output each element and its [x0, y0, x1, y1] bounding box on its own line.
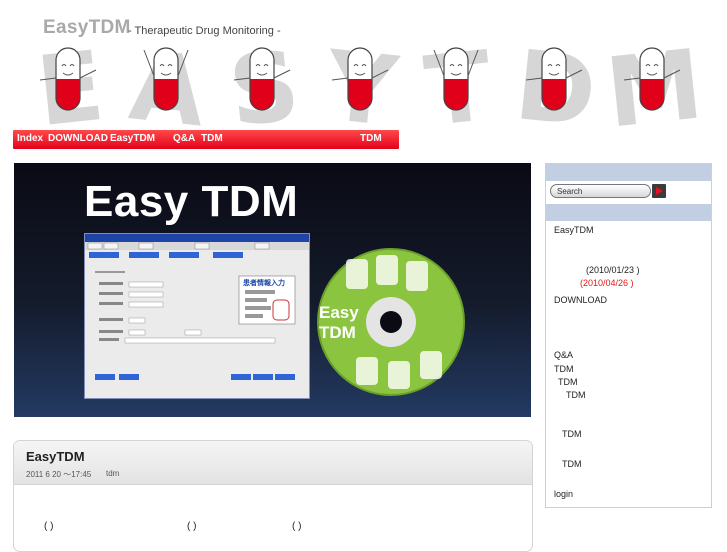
nav-item-tdm-2[interactable]: TDM: [360, 133, 382, 144]
sidebar-link-tdm-1[interactable]: TDM: [554, 364, 574, 374]
blog-post: EasyTDM 2011 6 20 ～17:45 tdm ( ) ( ) ( ): [13, 440, 533, 552]
sidebar-link-tdm-5[interactable]: TDM: [562, 459, 582, 469]
product-disc: Easy TDM: [316, 247, 466, 397]
disc-text-tdm: TDM: [319, 323, 356, 342]
mascot-pill-t: T: [408, 30, 508, 148]
main-nav: Index DOWNLOAD EasyTDM Q&A TDM TDM: [13, 130, 399, 149]
pill-character-icon: Y: [320, 30, 403, 149]
sidebar-link-tdm-2[interactable]: TDM: [558, 377, 578, 387]
mascot-pill-m: M: [601, 28, 708, 149]
sidebar-link-easytdm[interactable]: EasyTDM: [554, 225, 594, 235]
post-paren-3: ( ): [292, 521, 302, 532]
app-panel-heading: 患者情報入力: [243, 279, 285, 287]
sidebar-date-2: (2010/04/26 ): [580, 278, 634, 288]
app-screenshot-image: [85, 234, 309, 380]
nav-item-download[interactable]: DOWNLOAD: [48, 133, 108, 144]
hero-banner: Easy TDM 患者情報入力 Easy TDM: [14, 163, 531, 417]
sidebar-link-tdm-3[interactable]: TDM: [566, 390, 586, 400]
post-header: [14, 441, 532, 485]
site-header: EasyTDM - Therapeutic Drug Monitoring - …: [0, 0, 727, 150]
mascot-pill-s: S: [214, 30, 314, 149]
sidebar-link-tdm-4[interactable]: TDM: [562, 429, 582, 439]
mascot-pill-y: Y: [312, 30, 412, 149]
pill-character-icon: S: [224, 30, 304, 149]
post-paren-2: ( ): [187, 521, 197, 532]
play-arrow-icon: [656, 187, 663, 195]
mascot-pill-a: A: [118, 29, 218, 148]
hero-title: Easy TDM: [84, 177, 299, 226]
pill-character-icon: A: [125, 29, 211, 148]
sidebar-link-qa[interactable]: Q&A: [554, 350, 573, 360]
sidebar-date-1: (2010/01/23 ): [586, 265, 640, 275]
mascot-pill-e: E: [20, 30, 120, 148]
sidebar: Search EasyTDM (2010/01/23 ) (2010/04/26…: [545, 163, 712, 508]
sidebar-link-login[interactable]: login: [554, 489, 573, 499]
search-input[interactable]: Search: [550, 184, 651, 198]
disc-text-easy: Easy: [319, 303, 359, 322]
nav-item-easytdm[interactable]: EasyTDM: [110, 133, 155, 144]
sidebar-header-band: [546, 164, 711, 181]
mascot-pill-d: D: [506, 29, 606, 149]
nav-item-index[interactable]: Index: [17, 133, 43, 144]
post-author[interactable]: tdm: [106, 469, 119, 478]
search-button[interactable]: [652, 184, 666, 198]
nav-item-qa[interactable]: Q&A: [173, 133, 195, 144]
pill-character-icon: M: [601, 28, 708, 149]
nav-item-tdm[interactable]: TDM: [201, 133, 223, 144]
post-title[interactable]: EasyTDM: [26, 449, 85, 464]
pill-character-icon: E: [32, 30, 109, 148]
post-paren-1: ( ): [44, 521, 54, 532]
sidebar-divider-band: [546, 204, 711, 221]
post-date: 2011 6 20 ～17:45: [26, 470, 92, 479]
pill-character-icon: D: [510, 29, 601, 149]
app-screenshot: 患者情報入力: [84, 233, 310, 399]
pill-character-icon: T: [420, 30, 497, 148]
sidebar-link-download[interactable]: DOWNLOAD: [554, 295, 607, 305]
